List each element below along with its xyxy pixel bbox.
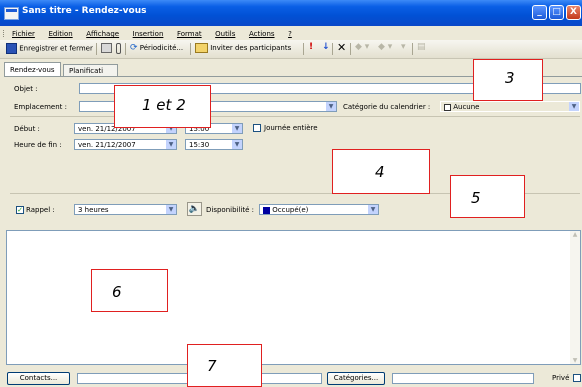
busy-color-swatch — [263, 206, 270, 214]
scroll-up-icon[interactable]: ▲ — [570, 231, 580, 238]
categories-button[interactable]: Catégories... — [327, 372, 385, 385]
toolbar-separator — [125, 43, 126, 55]
menu-insertion[interactable]: Insertion — [133, 30, 164, 38]
allday-checkbox[interactable] — [253, 123, 261, 132]
categories-input[interactable] — [392, 373, 534, 384]
delete-icon[interactable]: ✕ — [337, 41, 346, 54]
reminder-sound-button[interactable]: 🔈 — [187, 202, 202, 216]
private-checkbox[interactable] — [573, 373, 581, 382]
toolbar: Enregistrer et fermer ⟳ Périodicité... I… — [0, 40, 582, 59]
save-icon — [6, 43, 17, 54]
availability-combo[interactable]: Occupé(e) ▼ — [259, 204, 379, 215]
chevron-down-icon[interactable]: ▼ — [569, 102, 579, 111]
more-icon[interactable]: ▾ — [401, 42, 406, 52]
menu-grip — [3, 30, 6, 37]
paperclip-icon — [116, 43, 121, 54]
reminder-label: Rappel : — [26, 206, 55, 214]
subject-label: Objet : — [14, 85, 38, 93]
annotation-box-1-2: 1 et 2 — [114, 85, 211, 128]
chevron-down-icon[interactable]: ▼ — [166, 205, 176, 214]
chevron-down-icon[interactable]: ▼ — [326, 102, 336, 111]
recurrence-button[interactable]: ⟳ Périodicité... — [130, 43, 183, 53]
menu-outils[interactable]: Outils — [215, 30, 235, 38]
availability-label: Disponibilité : — [206, 206, 255, 214]
chevron-down-icon[interactable]: ▼ — [232, 140, 242, 149]
calendar-icon[interactable]: ▤ — [417, 42, 426, 52]
checkbox-unchecked-icon — [253, 123, 261, 132]
scrollbar[interactable]: ▲ ▼ — [570, 231, 580, 364]
menu-help[interactable]: ? — [288, 30, 292, 38]
location-label: Emplacement : — [14, 103, 67, 111]
end-time-combo[interactable]: 15:30 ▼ — [185, 139, 243, 150]
annotation-box-5: 5 — [450, 175, 525, 218]
menu-bar: Fichier Edition Affichage Insertion Form… — [0, 26, 582, 40]
divider — [10, 116, 580, 117]
contacts-button[interactable]: Contacts... — [7, 372, 70, 385]
checkmark-icon: ✓ — [16, 205, 24, 214]
window-title: Sans titre - Rendez-vous — [22, 6, 147, 16]
menu-format[interactable]: Format — [177, 30, 202, 38]
reminder-combo[interactable]: 3 heures ▼ — [74, 204, 177, 215]
menu-actions[interactable]: Actions — [249, 30, 275, 38]
recurrence-icon: ⟳ — [130, 43, 138, 53]
category-label: Catégorie du calendrier : — [343, 103, 431, 111]
toolbar-separator — [350, 43, 351, 55]
end-date-combo[interactable]: ven. 21/12/2007 ▼ — [74, 139, 177, 150]
title-bar: Sans titre - Rendez-vous _ □ X — [0, 0, 582, 26]
private-label: Privé — [552, 374, 570, 382]
chevron-down-icon[interactable]: ▼ — [232, 124, 242, 133]
print-button[interactable] — [101, 43, 112, 53]
next-item-icon[interactable]: ◆ ▾ — [378, 42, 392, 52]
category-color-swatch — [444, 103, 451, 111]
end-label: Heure de fin : — [14, 141, 62, 149]
save-close-button[interactable]: Enregistrer et fermer — [6, 43, 93, 54]
toolbar-separator — [190, 43, 191, 55]
tab-rendez-vous[interactable]: Rendez-vous — [4, 62, 61, 76]
start-label: Début : — [14, 125, 40, 133]
reminder-checkbox[interactable]: ✓ — [16, 205, 24, 214]
low-importance-icon[interactable]: ↓ — [322, 42, 330, 52]
toolbar-separator — [412, 43, 413, 55]
menu-affichage[interactable]: Affichage — [86, 30, 119, 38]
annotation-box-7: 7 — [187, 344, 262, 387]
checkbox-unchecked-icon — [573, 373, 581, 382]
chevron-down-icon[interactable]: ▼ — [166, 140, 176, 149]
toolbar-separator — [332, 43, 333, 55]
print-icon — [101, 43, 112, 53]
menu-fichier[interactable]: Fichier — [12, 30, 35, 38]
minimize-button[interactable]: _ — [532, 5, 547, 20]
annotation-box-4: 4 — [332, 149, 430, 194]
calendar-app-icon — [4, 7, 19, 20]
attach-button[interactable] — [116, 43, 121, 54]
high-importance-icon[interactable]: ! — [309, 42, 313, 52]
menu-edition[interactable]: Edition — [48, 30, 72, 38]
annotation-box-6: 6 — [91, 269, 168, 312]
scroll-down-icon[interactable]: ▼ — [570, 357, 580, 364]
tab-planification[interactable]: Planificati — [63, 64, 118, 76]
maximize-button[interactable]: □ — [549, 5, 564, 20]
close-button[interactable]: X — [566, 5, 581, 20]
speaker-icon: 🔈 — [188, 204, 201, 214]
previous-item-icon[interactable]: ◆ ▾ — [355, 42, 369, 52]
invite-icon — [195, 43, 208, 53]
annotation-box-3: 3 — [473, 59, 543, 101]
allday-label: Journée entière — [264, 124, 318, 132]
category-combo[interactable]: Aucune ▼ — [440, 101, 580, 112]
chevron-down-icon[interactable]: ▼ — [368, 205, 378, 214]
toolbar-separator — [96, 43, 97, 55]
toolbar-separator — [303, 43, 304, 55]
invite-button[interactable]: Inviter des participants — [195, 43, 291, 53]
